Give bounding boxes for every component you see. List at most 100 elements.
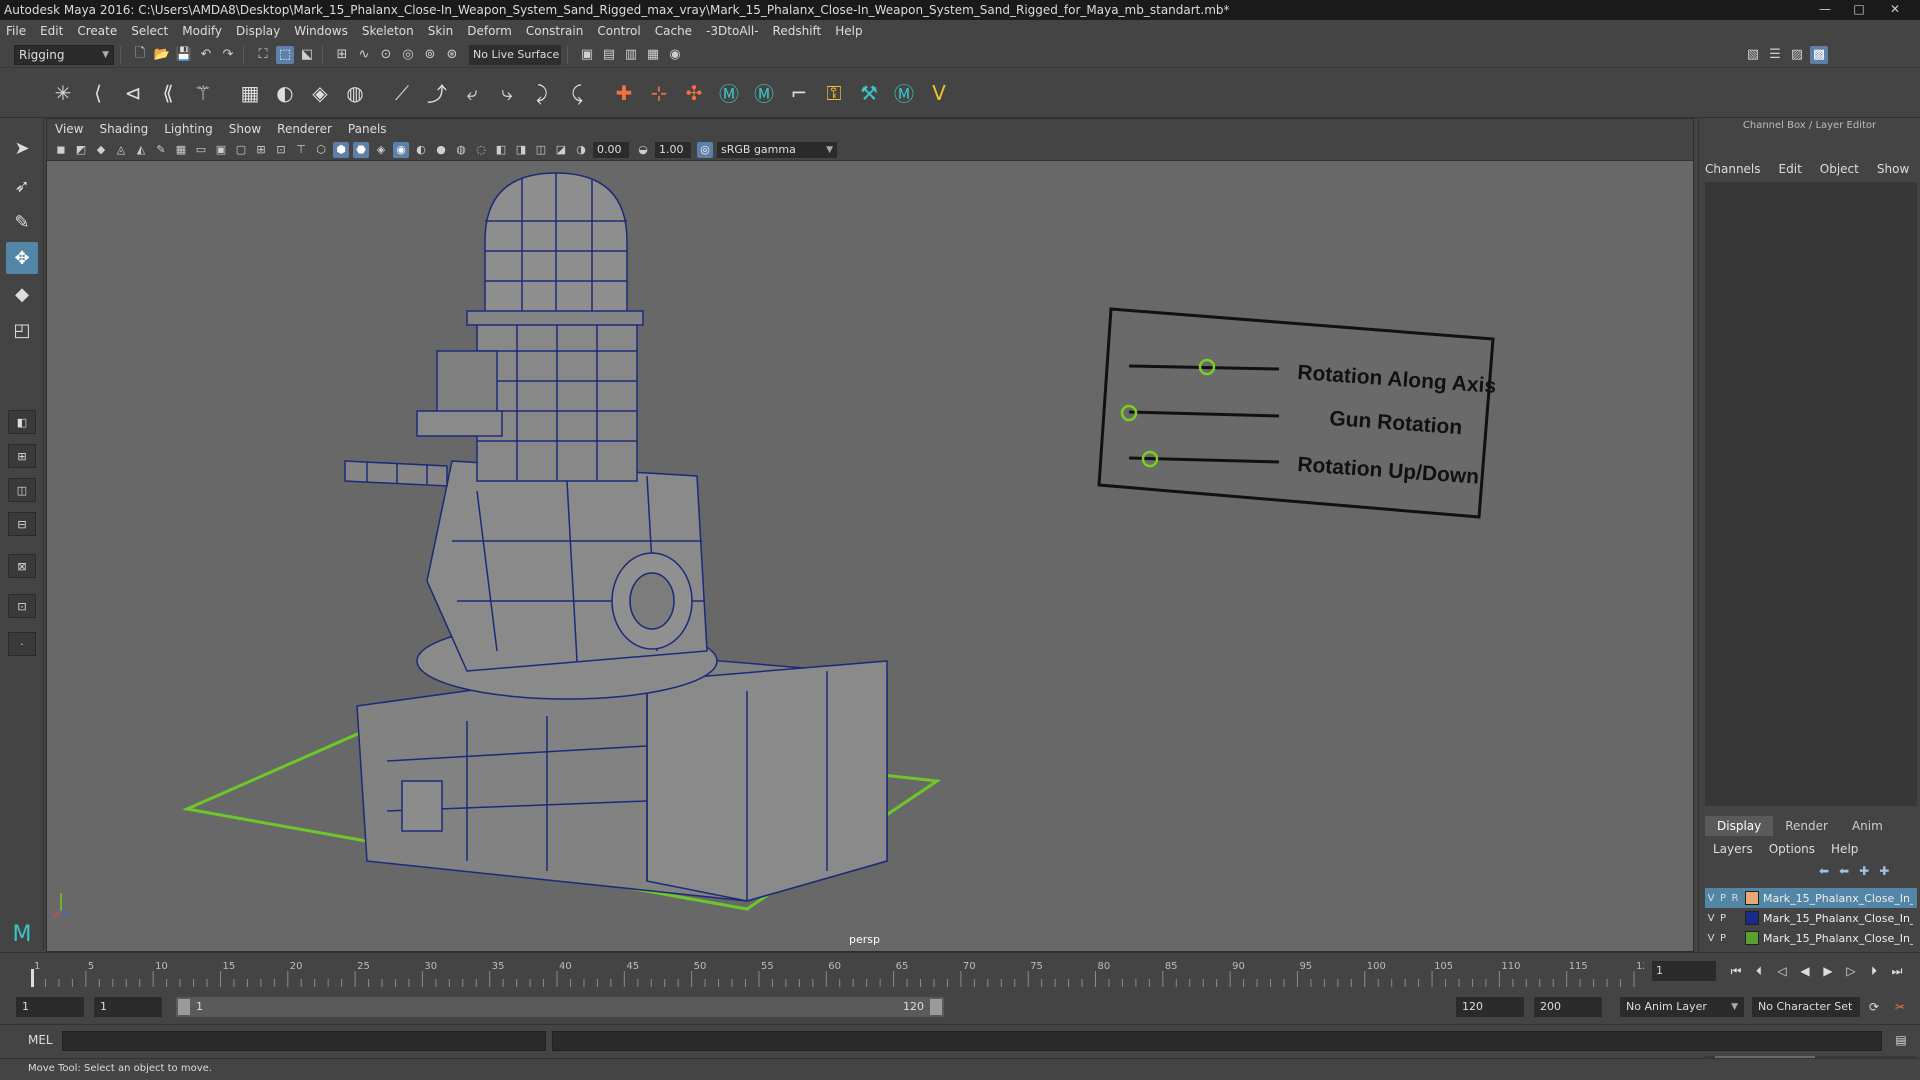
cb-menu-channels[interactable]: Channels [1705, 162, 1761, 180]
aim-constraint-icon[interactable]: ⊹ [644, 78, 674, 108]
cb-menu-edit[interactable]: Edit [1779, 162, 1802, 180]
render-frame-icon[interactable]: ▤ [600, 46, 618, 64]
layer-row[interactable]: V P R Mark_15_Phalanx_Close_In_V [1705, 888, 1917, 908]
interactive-bind-icon[interactable]: ⤷ [492, 78, 522, 108]
tab-render[interactable]: Render [1773, 816, 1840, 836]
resolution-gate-icon[interactable]: ▣ [213, 142, 229, 158]
layer-playback-toggle[interactable]: P [1717, 933, 1729, 944]
make-live-icon[interactable]: ⊛ [443, 46, 461, 64]
scale-constraint-icon[interactable]: ⌐ [784, 78, 814, 108]
gate-mask-icon[interactable]: ▢ [233, 142, 249, 158]
paint-weights-icon[interactable]: ⤶ [457, 78, 487, 108]
wireframe-icon[interactable]: ⬡ [313, 142, 329, 158]
minimize-button[interactable]: — [1814, 1, 1836, 17]
vp-menu-view[interactable]: View [55, 122, 83, 136]
xray-icon[interactable]: ◨ [513, 142, 529, 158]
le-menu-help[interactable]: Help [1831, 842, 1858, 856]
color-management-icon[interactable]: ◎ [697, 141, 713, 158]
layer-color-swatch[interactable] [1745, 931, 1759, 945]
single-view-layout-icon[interactable]: ◧ [8, 410, 36, 434]
range-slider[interactable]: 1 120 [176, 997, 944, 1017]
menu-control[interactable]: Control [597, 24, 640, 38]
vp-menu-panels[interactable]: Panels [348, 122, 387, 136]
motion-blur-icon[interactable]: ◍ [453, 142, 469, 158]
select-object-icon[interactable]: ⬚ [276, 45, 294, 64]
layer-visibility-toggle[interactable]: V [1705, 893, 1717, 904]
open-scene-icon[interactable]: 📂 [153, 46, 171, 64]
select-hierarchy-icon[interactable]: ⛶ [254, 46, 272, 64]
script-editor-icon[interactable]: ▤ [1892, 1033, 1910, 1051]
sculpt-deformer-icon[interactable]: ◍ [340, 78, 370, 108]
menu-cache[interactable]: Cache [655, 24, 692, 38]
create-empty-layer-icon[interactable]: ✚ [1859, 864, 1869, 878]
lattice-icon[interactable]: ▦ [235, 78, 265, 108]
xray-components-icon[interactable]: ◪ [553, 142, 569, 158]
orient-constraint-icon[interactable]: ✣ [679, 78, 709, 108]
radome-column[interactable] [416, 320, 638, 482]
menu-display[interactable]: Display [236, 24, 280, 38]
gamma-icon[interactable]: ◒ [635, 142, 651, 158]
range-end-handle[interactable] [930, 999, 942, 1015]
playback-start-field[interactable]: 1 [94, 997, 162, 1017]
insert-joint-icon[interactable]: ⟪ [153, 78, 183, 108]
current-time-marker[interactable] [31, 969, 34, 987]
paint-select-icon[interactable]: ✎ [6, 206, 38, 238]
playback-end-field[interactable]: 120 [1456, 997, 1524, 1017]
safe-title-icon[interactable]: ⊤ [293, 142, 309, 158]
select-camera-icon[interactable]: ◼ [53, 142, 69, 158]
mirror-joint-icon[interactable]: ⚚ [188, 78, 218, 108]
four-view-layout-icon[interactable]: ⊞ [8, 444, 36, 468]
layer-playback-toggle[interactable]: P [1717, 913, 1729, 924]
go-to-start-icon[interactable]: ⏮ [1726, 961, 1746, 981]
film-gate-icon[interactable]: ▭ [193, 142, 209, 158]
tab-display[interactable]: Display [1705, 816, 1774, 836]
smooth-skin-icon[interactable]: ⤴ [422, 78, 452, 108]
menu-skin[interactable]: Skin [428, 24, 454, 38]
blend-shape-icon[interactable]: ⚒ [854, 78, 884, 108]
persp-graph-layout-icon[interactable]: ⊠ [8, 554, 36, 578]
redo-icon[interactable]: ↷ [219, 46, 237, 64]
vp-menu-renderer[interactable]: Renderer [277, 122, 332, 136]
rotate-tool-icon[interactable]: ◆ [6, 278, 38, 310]
menu-help[interactable]: Help [835, 24, 862, 38]
play-backwards-icon[interactable]: ◀ [1795, 961, 1815, 981]
channel-box-body[interactable] [1705, 182, 1917, 806]
grid-icon[interactable]: ▦ [173, 142, 189, 158]
persp-outliner-layout-icon[interactable]: ⊟ [8, 512, 36, 536]
cluster-icon[interactable]: ◐ [270, 78, 300, 108]
point-constraint-icon[interactable]: ✚ [609, 78, 639, 108]
scale-tool-icon[interactable]: ◰ [6, 314, 38, 346]
range-start-handle[interactable] [178, 999, 190, 1015]
menu-windows[interactable]: Windows [294, 24, 348, 38]
ambient-occlusion-icon[interactable]: ● [433, 142, 449, 158]
layer-color-swatch[interactable] [1745, 891, 1759, 905]
end-time-field[interactable]: 200 [1534, 997, 1602, 1017]
auto-key-icon[interactable]: ⟳ [1864, 997, 1884, 1017]
image-plane-icon[interactable]: ◬ [113, 142, 129, 158]
script-language-toggle[interactable]: MEL [28, 1033, 53, 1047]
vp-menu-show[interactable]: Show [229, 122, 261, 136]
preferences-icon[interactable]: ✂ [1890, 997, 1910, 1017]
layer-reference-toggle[interactable]: R [1729, 893, 1741, 904]
channel-box-icon[interactable]: ▩ [1810, 45, 1828, 64]
hypershade-icon[interactable]: ◉ [666, 46, 684, 64]
cb-menu-show[interactable]: Show [1877, 162, 1909, 180]
menu-create[interactable]: Create [77, 24, 117, 38]
menu-redshift[interactable]: Redshift [773, 24, 822, 38]
move-layer-up-icon[interactable]: ⬅ [1819, 864, 1829, 878]
command-input[interactable] [62, 1031, 546, 1051]
weight-hammer-icon[interactable]: ⤸ [527, 78, 557, 108]
ipr-render-icon[interactable]: ▥ [622, 46, 640, 64]
save-scene-icon[interactable]: 💾 [175, 46, 193, 64]
menu-deform[interactable]: Deform [467, 24, 512, 38]
timeline-ruler[interactable]: 1 5 10 15 20 25 30 35 40 45 50 55 60 65 70 75 80 85 90 95 10… [28, 959, 1644, 987]
select-component-icon[interactable]: ⬕ [298, 46, 316, 64]
copy-weights-icon[interactable]: ⤹ [562, 78, 592, 108]
step-back-frame-icon[interactable]: ◁ [1772, 961, 1792, 981]
gamma-field[interactable]: 1.00 [655, 141, 691, 158]
two-view-layout-icon[interactable]: ◫ [8, 478, 36, 502]
step-forward-frame-icon[interactable]: ▷ [1841, 961, 1861, 981]
cb-menu-object[interactable]: Object [1820, 162, 1859, 180]
menu-edit[interactable]: Edit [40, 24, 63, 38]
pole-vector-icon[interactable]: Ⓜ [749, 78, 779, 108]
